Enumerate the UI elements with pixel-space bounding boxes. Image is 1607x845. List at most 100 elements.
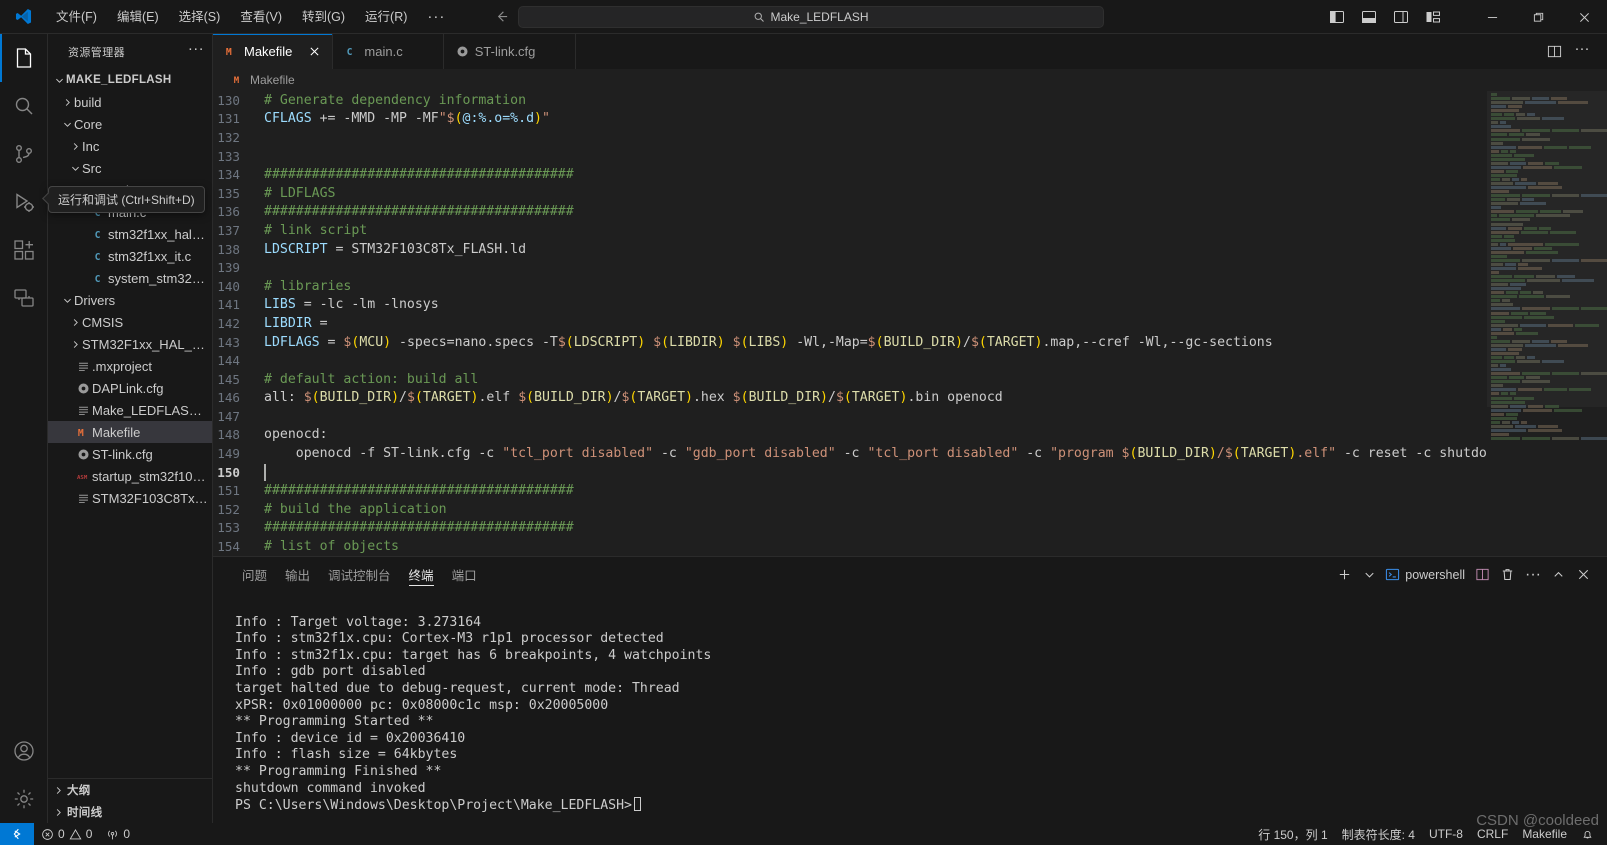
maximize-button[interactable]	[1515, 0, 1561, 34]
tree-item[interactable]: Inc	[48, 135, 212, 157]
code-line[interactable]: 143 LDFLAGS = $(MCU) -specs=nano.specs -T…	[213, 333, 1487, 352]
tree-item[interactable]: Core	[48, 113, 212, 135]
maximize-panel-icon[interactable]	[1547, 562, 1570, 588]
close-panel-icon[interactable]	[1572, 562, 1595, 588]
kill-terminal-icon[interactable]	[1496, 562, 1519, 588]
panel-tab[interactable]: 问题	[233, 557, 276, 592]
activitybar-settings[interactable]	[0, 775, 48, 823]
close-tab-icon[interactable]	[306, 44, 322, 60]
status-cursor-position[interactable]: 行 150，列 1	[1251, 823, 1334, 845]
code-line[interactable]: 150	[213, 463, 1487, 482]
chevron-down-icon[interactable]	[61, 292, 74, 308]
toggle-primary-sidebar-icon[interactable]	[1321, 2, 1353, 32]
chevron-right-icon[interactable]	[69, 336, 82, 352]
chevron-down-icon[interactable]	[61, 116, 74, 132]
status-eol[interactable]: CRLF	[1470, 823, 1515, 845]
tree-item[interactable]: CMSIS	[48, 311, 212, 333]
panel-tab[interactable]: 终端	[400, 557, 443, 592]
code-line[interactable]: 145 # default action: build all	[213, 370, 1487, 389]
code-line[interactable]: 133	[213, 147, 1487, 166]
status-encoding[interactable]: UTF-8	[1422, 823, 1470, 845]
status-language-mode[interactable]: Makefile	[1515, 823, 1574, 845]
code-lines[interactable]: 130 # Generate dependency information 131 C…	[213, 91, 1487, 556]
terminal-dropdown-icon[interactable]	[1358, 562, 1381, 588]
command-center-search[interactable]: Make_LEDFLASH	[518, 5, 1104, 28]
chevron-down-icon[interactable]	[53, 72, 66, 88]
chevron-right-icon[interactable]	[69, 138, 82, 154]
code-line[interactable]: 146 all: $(BUILD_DIR)/$(TARGET).elf $(BUI…	[213, 389, 1487, 408]
status-notifications[interactable]	[1574, 823, 1601, 845]
explorer-more-icon[interactable]: ···	[188, 41, 204, 60]
code-line[interactable]: 136 #####################################…	[213, 203, 1487, 222]
code-line[interactable]: 141 LIBS = -lc -lm -lnosys	[213, 296, 1487, 315]
activitybar-remote-explorer[interactable]	[0, 274, 48, 322]
code-line[interactable]: 140 # libraries	[213, 277, 1487, 296]
editor-tabs[interactable]: M Makefile Cmain.c ST-link.cfg ···	[213, 34, 1607, 69]
file-tree[interactable]: MAKE_LEDFLASHbuildCoreIncSrcCmain.cCmain…	[48, 69, 212, 778]
code-line[interactable]: 139	[213, 258, 1487, 277]
tree-item[interactable]: ST-link.cfg	[48, 443, 212, 465]
activitybar-explorer[interactable]	[0, 34, 48, 82]
split-terminal-icon[interactable]	[1471, 562, 1494, 588]
tree-item[interactable]: STM32F103C8Tx_FLA...	[48, 487, 212, 509]
code-line[interactable]: 138 LDSCRIPT = STM32F103C8Tx_FLASH.ld	[213, 240, 1487, 259]
menu-edit[interactable]: 编辑(E)	[108, 4, 168, 30]
minimap[interactable]	[1487, 91, 1607, 556]
activitybar-run-debug[interactable]	[0, 178, 48, 226]
code-line[interactable]: 144	[213, 351, 1487, 370]
menu-view[interactable]: 查看(V)	[231, 4, 291, 30]
chevron-right-icon[interactable]	[61, 94, 74, 110]
menu-file[interactable]: 文件(F)	[47, 4, 106, 30]
code-line[interactable]: 151 #####################################…	[213, 481, 1487, 500]
code-line[interactable]: 131 CFLAGS += -MMD -MP -MF"$(@:%.o=%.d)"	[213, 110, 1487, 129]
code-line[interactable]: 147	[213, 407, 1487, 426]
status-tab-size[interactable]: 制表符长度: 4	[1335, 823, 1422, 845]
editor-tab[interactable]: ST-link.cfg	[443, 34, 577, 69]
code-line[interactable]: 130 # Generate dependency information	[213, 91, 1487, 110]
tree-item[interactable]: .mxproject	[48, 355, 212, 377]
chevron-right-icon[interactable]	[69, 314, 82, 330]
editor-more-icon[interactable]: ···	[1569, 39, 1595, 65]
code-line[interactable]: 132	[213, 128, 1487, 147]
tree-item[interactable]: DAPLink.cfg	[48, 377, 212, 399]
menu-more-icon[interactable]: ···	[418, 8, 454, 26]
code-line[interactable]: 152 # build the application	[213, 500, 1487, 519]
code-line[interactable]: 148 openocd:	[213, 426, 1487, 445]
menu-selection[interactable]: 选择(S)	[170, 4, 230, 30]
code-editor[interactable]: 130 # Generate dependency information 131 C…	[213, 91, 1607, 556]
tree-item[interactable]: STM32F1xx_HAL_Dri...	[48, 333, 212, 355]
toggle-secondary-sidebar-icon[interactable]	[1385, 2, 1417, 32]
panel-tab[interactable]: 输出	[276, 557, 319, 592]
chevron-down-icon[interactable]	[69, 160, 82, 176]
tree-item[interactable]: ASM startup_stm32f103xb.s	[48, 465, 212, 487]
minimize-button[interactable]	[1469, 0, 1515, 34]
code-line[interactable]: 135 # LDFLAGS	[213, 184, 1487, 203]
editor-tab[interactable]: Cmain.c	[333, 34, 444, 69]
panel-more-icon[interactable]: ···	[1521, 562, 1545, 588]
panel-tab[interactable]: 端口	[443, 557, 486, 592]
tree-item[interactable]: build	[48, 91, 212, 113]
activitybar-search[interactable]	[0, 82, 48, 130]
tree-item[interactable]: Cstm32f1xx_hal_ms...	[48, 223, 212, 245]
editor-tab[interactable]: M Makefile	[213, 34, 334, 69]
activitybar-extensions[interactable]	[0, 226, 48, 274]
new-terminal-button[interactable]	[1333, 562, 1356, 588]
remote-indicator[interactable]	[0, 823, 34, 845]
terminal-prompt[interactable]: PS C:\Users\Windows\Desktop\Project\Make…	[235, 797, 1607, 814]
tree-item[interactable]: Cstm32f1xx_it.c	[48, 245, 212, 267]
tree-item[interactable]: M Makefile	[48, 421, 212, 443]
terminal-output[interactable]: Info : Target voltage: 3.273164 Info : st…	[213, 592, 1607, 823]
active-terminal-label[interactable]: powershell	[1383, 562, 1469, 588]
toggle-panel-icon[interactable]	[1353, 2, 1385, 32]
tree-item[interactable]: Src	[48, 157, 212, 179]
tree-item[interactable]: Make_LEDFLASH.ioc	[48, 399, 212, 421]
status-problems[interactable]: 0 0	[34, 823, 99, 845]
code-line[interactable]: 134 #####################################…	[213, 165, 1487, 184]
close-button[interactable]	[1561, 0, 1607, 34]
code-line[interactable]: 149 openocd -f ST-link.cfg -c "tcl_port …	[213, 444, 1487, 463]
back-arrow-icon[interactable]	[488, 5, 514, 29]
customize-layout-icon[interactable]	[1417, 2, 1449, 32]
panel-tab[interactable]: 调试控制台	[319, 557, 400, 592]
menu-go[interactable]: 转到(G)	[293, 4, 354, 30]
code-line[interactable]: 137 # link script	[213, 221, 1487, 240]
